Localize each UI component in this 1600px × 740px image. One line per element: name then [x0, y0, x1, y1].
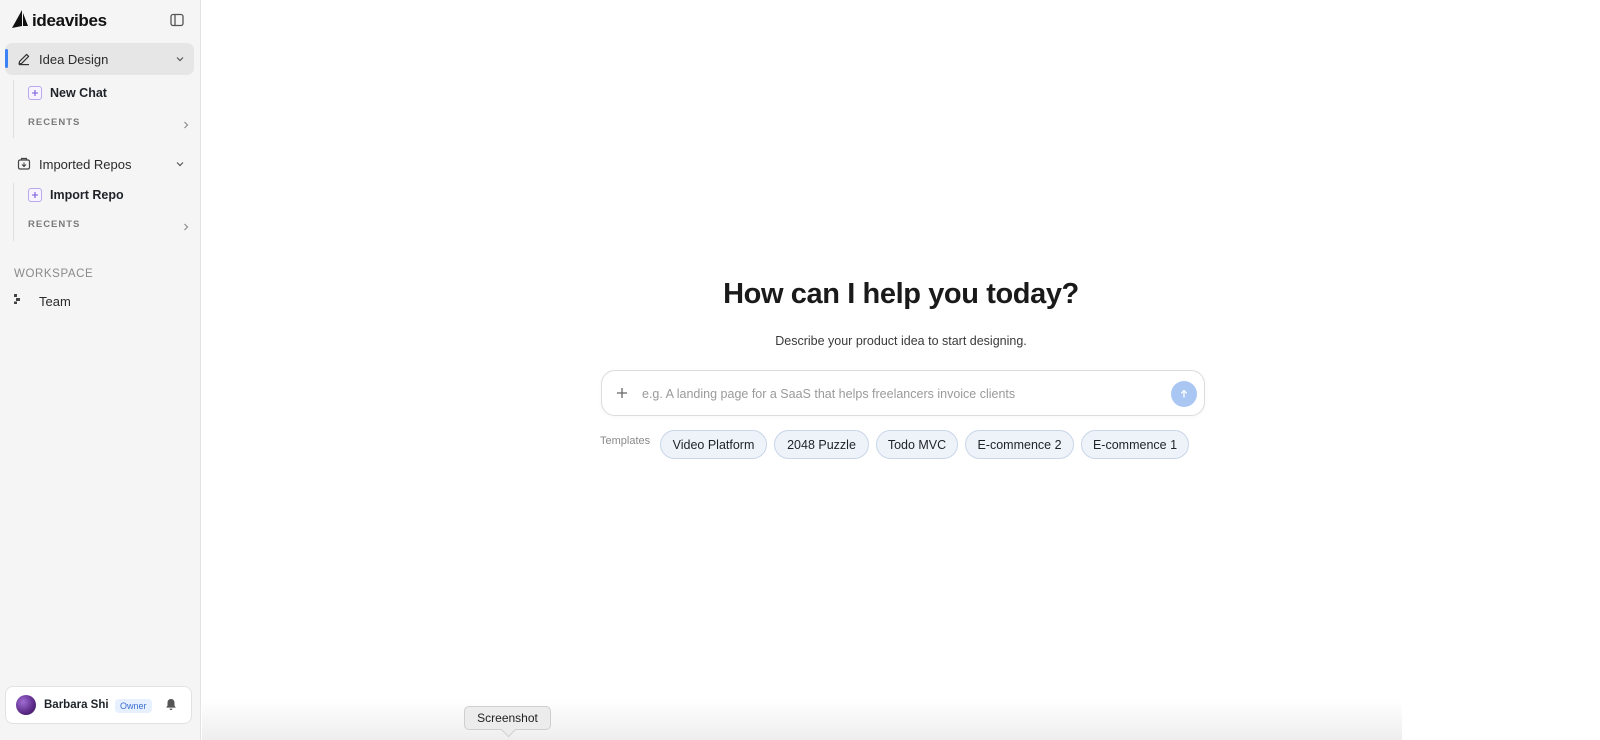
repo-icon	[16, 156, 32, 172]
brand[interactable]: ideavibes	[12, 9, 107, 33]
workspace-heading: WORKSPACE	[14, 268, 94, 280]
templates-label: Templates	[600, 435, 651, 447]
new-chat-label: New Chat	[50, 86, 107, 100]
chevron-down-icon	[174, 53, 186, 65]
plus-icon	[28, 188, 42, 202]
role-badge: Owner	[115, 699, 152, 713]
import-repo-button[interactable]: Import Repo	[28, 184, 124, 206]
section-label: Imported Repos	[39, 156, 132, 172]
sidebar: ideavibes Idea Design New Chat RECENTS I…	[0, 0, 201, 740]
screenshot-tooltip: Screenshot	[464, 706, 551, 730]
recents-label: RECENTS	[28, 218, 81, 230]
sidebar-item-team[interactable]: Team	[12, 291, 71, 311]
sidebar-toggle-icon[interactable]	[168, 11, 186, 29]
idea-design-subitems: New Chat RECENTS	[13, 80, 193, 138]
template-chip-todo-mvc[interactable]: Todo MVC	[876, 430, 958, 459]
chevron-right-icon	[182, 219, 190, 237]
recents-toggle-idea-design[interactable]: RECENTS	[28, 114, 194, 130]
brand-name: ideavibes	[32, 11, 107, 30]
arrow-up-icon	[1180, 389, 1188, 398]
prompt-box	[601, 370, 1205, 416]
bell-icon[interactable]	[165, 698, 179, 712]
recents-label: RECENTS	[28, 116, 81, 128]
sail-logo-icon	[12, 9, 28, 33]
team-label: Team	[39, 293, 71, 309]
sidebar-section-imported-repos[interactable]: Imported Repos	[5, 148, 194, 180]
section-label: Idea Design	[39, 51, 109, 67]
pen-icon	[16, 51, 32, 67]
bottom-fade	[202, 700, 1402, 740]
main-content: How can I help you today? Describe your …	[202, 0, 1600, 740]
chevron-right-icon	[182, 117, 190, 135]
page-title: How can I help you today?	[723, 278, 1079, 310]
avatar[interactable]	[16, 695, 36, 715]
imported-repos-subitems: Import Repo RECENTS	[13, 183, 193, 241]
chevron-down-icon	[174, 158, 186, 170]
template-chip-video-platform[interactable]: Video Platform	[660, 430, 767, 459]
new-chat-button[interactable]: New Chat	[28, 82, 107, 104]
template-chip-2048-puzzle[interactable]: 2048 Puzzle	[774, 430, 869, 459]
attach-plus-icon[interactable]	[614, 385, 630, 401]
user-profile[interactable]: Barbara Shi Owner	[5, 686, 192, 724]
plus-icon	[28, 86, 42, 100]
team-icon	[12, 292, 22, 310]
import-repo-label: Import Repo	[50, 188, 124, 202]
sidebar-section-idea-design[interactable]: Idea Design	[5, 43, 194, 75]
prompt-input[interactable]	[642, 383, 1152, 405]
page-subtitle: Describe your product idea to start desi…	[775, 334, 1027, 348]
user-name: Barbara Shi	[44, 699, 109, 711]
recents-toggle-imported-repos[interactable]: RECENTS	[28, 216, 194, 232]
template-chip-ecommerce-2[interactable]: E-commence 2	[965, 430, 1074, 459]
send-button[interactable]	[1171, 381, 1197, 407]
template-chip-ecommerce-1[interactable]: E-commence 1	[1081, 430, 1189, 459]
